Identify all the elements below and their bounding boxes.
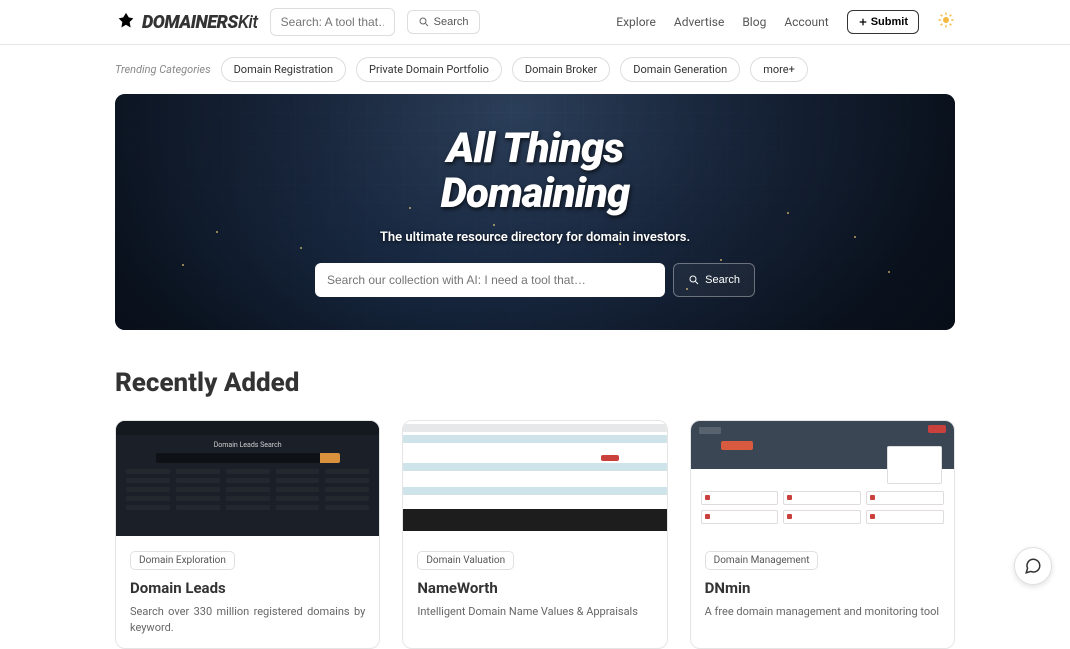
hero-search-label: Search	[705, 274, 740, 286]
chat-icon	[1024, 557, 1042, 575]
card[interactable]: Domain Management DNmin A free domain ma…	[690, 420, 955, 649]
search-icon	[688, 274, 700, 286]
logo-main: DOMAINERS	[142, 12, 238, 33]
hero-title: All ThingsDomaining	[441, 127, 630, 215]
chat-button[interactable]	[1014, 547, 1052, 585]
card[interactable]: Domain Valuation NameWorth Intelligent D…	[402, 420, 667, 649]
category-pill[interactable]: Domain Registration	[221, 57, 346, 82]
category-pill[interactable]: Domain Generation	[620, 57, 740, 82]
card-desc: A free domain management and monitoring …	[705, 604, 940, 620]
header: DOMAINERSKit Search Explore Advertise Bl…	[0, 0, 1070, 45]
card-tag: Domain Valuation	[417, 551, 514, 570]
hero-search-button[interactable]: Search	[673, 263, 755, 297]
card[interactable]: Domain Leads Search Domain Exploration D…	[115, 420, 380, 649]
hero-subtitle: The ultimate resource directory for doma…	[380, 230, 690, 245]
card-desc: Intelligent Domain Name Values & Apprais…	[417, 604, 652, 620]
hero: All ThingsDomaining The ultimate resourc…	[115, 94, 955, 330]
card-thumbnail	[403, 421, 666, 536]
submit-button[interactable]: Submit	[847, 10, 919, 34]
trending-categories: Trending Categories Domain Registration …	[115, 45, 955, 94]
nav: Explore Advertise Blog Account Submit	[616, 10, 955, 34]
nav-advertise[interactable]: Advertise	[674, 15, 724, 29]
theme-toggle[interactable]	[937, 11, 955, 33]
category-pill[interactable]: Domain Broker	[512, 57, 610, 82]
header-search-label: Search	[434, 16, 469, 28]
card-thumbnail	[691, 421, 954, 536]
card-tag: Domain Management	[705, 551, 819, 570]
logo-sub: Kit	[238, 12, 258, 33]
logo-icon	[115, 11, 137, 33]
header-search-button[interactable]: Search	[407, 10, 480, 34]
card-tag: Domain Exploration	[130, 551, 235, 570]
plus-icon	[858, 17, 868, 27]
nav-explore[interactable]: Explore	[616, 15, 656, 29]
search-icon	[418, 16, 430, 28]
section-title: Recently Added	[115, 368, 955, 398]
card-title: Domain Leads	[130, 579, 365, 597]
cards-grid: Domain Leads Search Domain Exploration D…	[115, 420, 955, 649]
category-pill-more[interactable]: more+	[750, 57, 808, 82]
hero-search-input[interactable]	[315, 263, 665, 297]
categories-label: Trending Categories	[115, 63, 211, 76]
sun-icon	[937, 11, 955, 29]
card-thumbnail: Domain Leads Search	[116, 421, 379, 536]
header-search-input[interactable]	[270, 8, 395, 36]
submit-label: Submit	[871, 16, 908, 28]
card-title: DNmin	[705, 579, 940, 597]
card-desc: Search over 330 million registered domai…	[130, 604, 365, 636]
nav-account[interactable]: Account	[784, 15, 828, 29]
category-pill[interactable]: Private Domain Portfolio	[356, 57, 502, 82]
card-title: NameWorth	[417, 579, 652, 597]
logo[interactable]: DOMAINERSKit	[115, 11, 258, 33]
nav-blog[interactable]: Blog	[742, 15, 766, 29]
